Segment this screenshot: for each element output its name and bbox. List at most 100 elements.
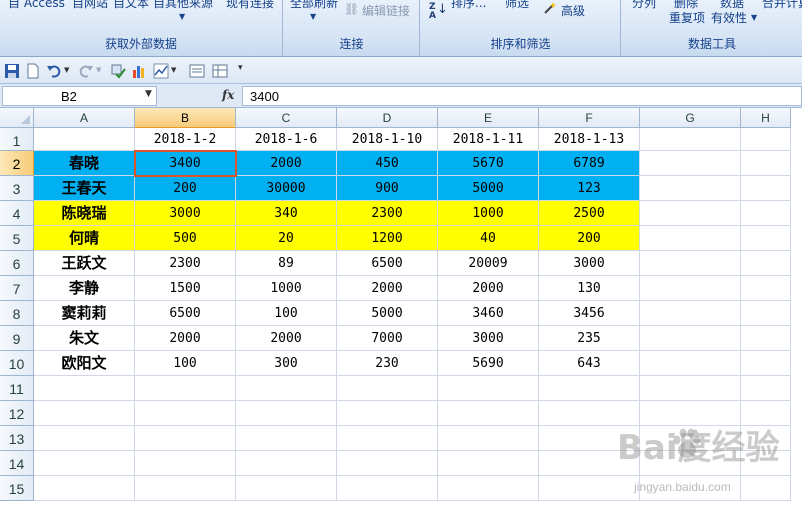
cell-a7[interactable]: 李静 bbox=[34, 276, 135, 301]
cell-e15[interactable] bbox=[438, 476, 539, 501]
from-text-button[interactable]: 自文本 bbox=[113, 0, 149, 11]
cell-e7[interactable]: 2000 bbox=[438, 276, 539, 301]
row-header-5[interactable]: 5 bbox=[0, 226, 34, 251]
cell-c4[interactable]: 340 bbox=[236, 201, 337, 226]
cell-h2[interactable] bbox=[741, 151, 791, 176]
cell-g1[interactable] bbox=[640, 128, 741, 151]
cell-c12[interactable] bbox=[236, 401, 337, 426]
cell-h3[interactable] bbox=[741, 176, 791, 201]
cell-b11[interactable] bbox=[135, 376, 236, 401]
cell-a4[interactable]: 陈晓瑞 bbox=[34, 201, 135, 226]
row-header-11[interactable]: 11 bbox=[0, 376, 34, 401]
chevron-down-icon[interactable]: ▼ bbox=[171, 66, 176, 74]
chevron-down-icon[interactable]: ▼ bbox=[751, 13, 757, 22]
cell-b2[interactable]: 3400 bbox=[135, 151, 236, 176]
cell-c3[interactable]: 30000 bbox=[236, 176, 337, 201]
column-header-f[interactable]: F bbox=[539, 108, 640, 128]
cell-b5[interactable]: 500 bbox=[135, 226, 236, 251]
cell-c9[interactable]: 2000 bbox=[236, 326, 337, 351]
row-header-8[interactable]: 8 bbox=[0, 301, 34, 326]
cell-e8[interactable]: 3460 bbox=[438, 301, 539, 326]
cell-h4[interactable] bbox=[741, 201, 791, 226]
chevron-down-icon[interactable]: ▼ bbox=[310, 12, 316, 21]
cell-c14[interactable] bbox=[236, 451, 337, 476]
cell-a9[interactable]: 朱文 bbox=[34, 326, 135, 351]
cell-c5[interactable]: 20 bbox=[236, 226, 337, 251]
cell-b13[interactable] bbox=[135, 426, 236, 451]
cell-f5[interactable]: 200 bbox=[539, 226, 640, 251]
from-web-button[interactable]: 自网站 bbox=[72, 0, 108, 11]
cell-b8[interactable]: 6500 bbox=[135, 301, 236, 326]
cell-e1[interactable]: 2018-1-11 bbox=[438, 128, 539, 151]
cell-d13[interactable] bbox=[337, 426, 438, 451]
cell-b9[interactable]: 2000 bbox=[135, 326, 236, 351]
column-header-a[interactable]: A bbox=[34, 108, 135, 128]
cell-f8[interactable]: 3456 bbox=[539, 301, 640, 326]
cell-f11[interactable] bbox=[539, 376, 640, 401]
cell-e10[interactable]: 5690 bbox=[438, 351, 539, 376]
cell-d2[interactable]: 450 bbox=[337, 151, 438, 176]
row-header-1[interactable]: 1 bbox=[0, 128, 34, 151]
cell-h11[interactable] bbox=[741, 376, 791, 401]
cell-h5[interactable] bbox=[741, 226, 791, 251]
column-header-h[interactable]: H bbox=[741, 108, 791, 128]
form-icon[interactable] bbox=[189, 63, 205, 79]
remove-duplicates-label2[interactable]: 重复项 bbox=[669, 9, 705, 26]
cell-b12[interactable] bbox=[135, 401, 236, 426]
cell-f2[interactable]: 6789 bbox=[539, 151, 640, 176]
cell-d8[interactable]: 5000 bbox=[337, 301, 438, 326]
cell-e11[interactable] bbox=[438, 376, 539, 401]
cell-e12[interactable] bbox=[438, 401, 539, 426]
row-header-6[interactable]: 6 bbox=[0, 251, 34, 276]
refresh-all-button[interactable]: 全部刷新 bbox=[290, 0, 338, 11]
cell-a14[interactable] bbox=[34, 451, 135, 476]
cell-h6[interactable] bbox=[741, 251, 791, 276]
cell-a1[interactable] bbox=[34, 128, 135, 151]
filter-button[interactable]: 筛选 bbox=[505, 0, 529, 11]
name-box[interactable]: B2 bbox=[2, 86, 157, 106]
cell-h1[interactable] bbox=[741, 128, 791, 151]
cell-b10[interactable]: 100 bbox=[135, 351, 236, 376]
cell-f6[interactable]: 3000 bbox=[539, 251, 640, 276]
cell-g4[interactable] bbox=[640, 201, 741, 226]
text-to-columns-button[interactable]: 分列 bbox=[632, 0, 656, 11]
cell-d14[interactable] bbox=[337, 451, 438, 476]
cell-h9[interactable] bbox=[741, 326, 791, 351]
cell-e13[interactable] bbox=[438, 426, 539, 451]
cell-g11[interactable] bbox=[640, 376, 741, 401]
cell-a11[interactable] bbox=[34, 376, 135, 401]
cell-g6[interactable] bbox=[640, 251, 741, 276]
cell-h7[interactable] bbox=[741, 276, 791, 301]
row-header-2[interactable]: 2 bbox=[0, 151, 34, 176]
sort-button[interactable]: 排序... bbox=[451, 0, 486, 11]
advanced-button[interactable]: 高级 bbox=[561, 2, 585, 19]
column-header-d[interactable]: D bbox=[337, 108, 438, 128]
cell-c7[interactable]: 1000 bbox=[236, 276, 337, 301]
cell-f1[interactable]: 2018-1-13 bbox=[539, 128, 640, 151]
cell-a12[interactable] bbox=[34, 401, 135, 426]
formula-input[interactable]: 3400 bbox=[242, 86, 802, 106]
row-header-15[interactable]: 15 bbox=[0, 476, 34, 501]
cell-b15[interactable] bbox=[135, 476, 236, 501]
cell-a6[interactable]: 王跃文 bbox=[34, 251, 135, 276]
row-header-3[interactable]: 3 bbox=[0, 176, 34, 201]
row-header-12[interactable]: 12 bbox=[0, 401, 34, 426]
cell-c2[interactable]: 2000 bbox=[236, 151, 337, 176]
cell-f4[interactable]: 2500 bbox=[539, 201, 640, 226]
edit-links-button[interactable]: 编辑链接 bbox=[362, 2, 410, 19]
cell-b14[interactable] bbox=[135, 451, 236, 476]
cell-e5[interactable]: 40 bbox=[438, 226, 539, 251]
cell-c1[interactable]: 2018-1-6 bbox=[236, 128, 337, 151]
new-document-icon[interactable] bbox=[25, 63, 41, 79]
save-icon[interactable] bbox=[4, 63, 20, 79]
column-header-e[interactable]: E bbox=[438, 108, 539, 128]
cell-g5[interactable] bbox=[640, 226, 741, 251]
cell-b7[interactable]: 1500 bbox=[135, 276, 236, 301]
cell-c15[interactable] bbox=[236, 476, 337, 501]
chart-icon[interactable] bbox=[131, 63, 147, 79]
undo-icon[interactable] bbox=[46, 63, 62, 79]
cell-d5[interactable]: 1200 bbox=[337, 226, 438, 251]
cell-d4[interactable]: 2300 bbox=[337, 201, 438, 226]
from-other-sources-button[interactable]: 自其他来源 bbox=[153, 0, 213, 11]
cell-e6[interactable]: 20009 bbox=[438, 251, 539, 276]
